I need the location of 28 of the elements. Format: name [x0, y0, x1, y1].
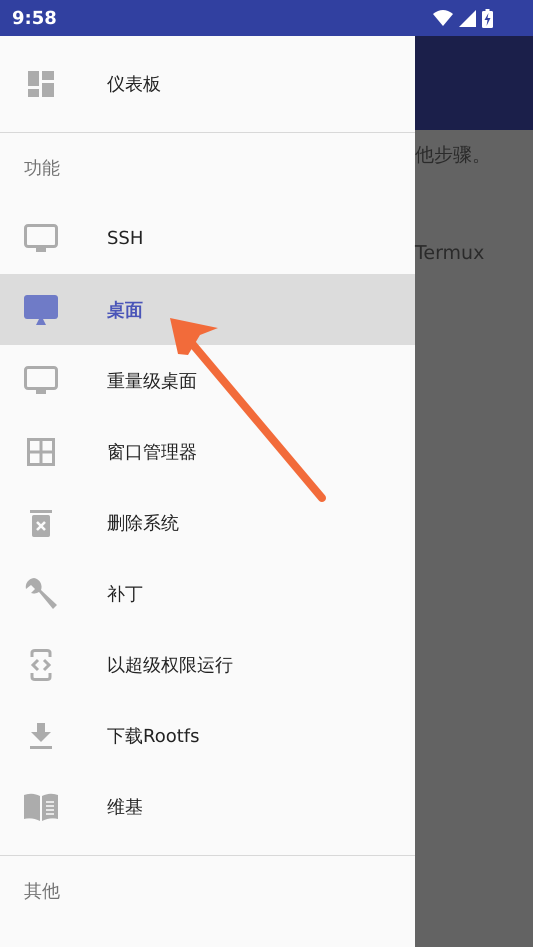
wrench-icon	[24, 576, 58, 610]
clock-time: 9:58	[12, 8, 57, 28]
dashboard-icon	[27, 70, 55, 98]
section-header: 功能	[23, 157, 61, 181]
page-text: Termux	[415, 241, 486, 266]
drawer-item[interactable]: 以超级权限运行	[0, 629, 415, 700]
signal-icon	[459, 10, 476, 26]
drawer-item[interactable]: 补丁	[0, 558, 415, 629]
drawer-item[interactable]: 重量级桌面	[0, 345, 415, 416]
battery-charging-icon	[482, 8, 493, 28]
monitor-icon	[24, 224, 58, 254]
download-icon	[30, 722, 52, 748]
grid-icon	[27, 438, 55, 466]
drawer-item[interactable]: 窗口管理器	[0, 416, 415, 487]
monitor-icon	[24, 366, 58, 396]
monitor-icon	[24, 294, 58, 324]
drawer-item[interactable]: 下载Rootfs	[0, 700, 415, 771]
section-header: 其他	[23, 880, 61, 904]
drawer-item[interactable]: 仪表板	[0, 48, 415, 119]
page-text: 他步骤。	[415, 143, 492, 168]
drawer-item[interactable]: 维基	[0, 771, 415, 842]
book-icon	[24, 792, 58, 820]
wifi-icon	[433, 10, 453, 26]
trash-icon	[30, 508, 52, 536]
drawer-item[interactable]: 桌面	[0, 274, 415, 345]
drawer-item[interactable]: SSH	[0, 203, 415, 274]
drawer-item[interactable]: 删除系统	[0, 487, 415, 558]
code-icon	[30, 648, 52, 680]
